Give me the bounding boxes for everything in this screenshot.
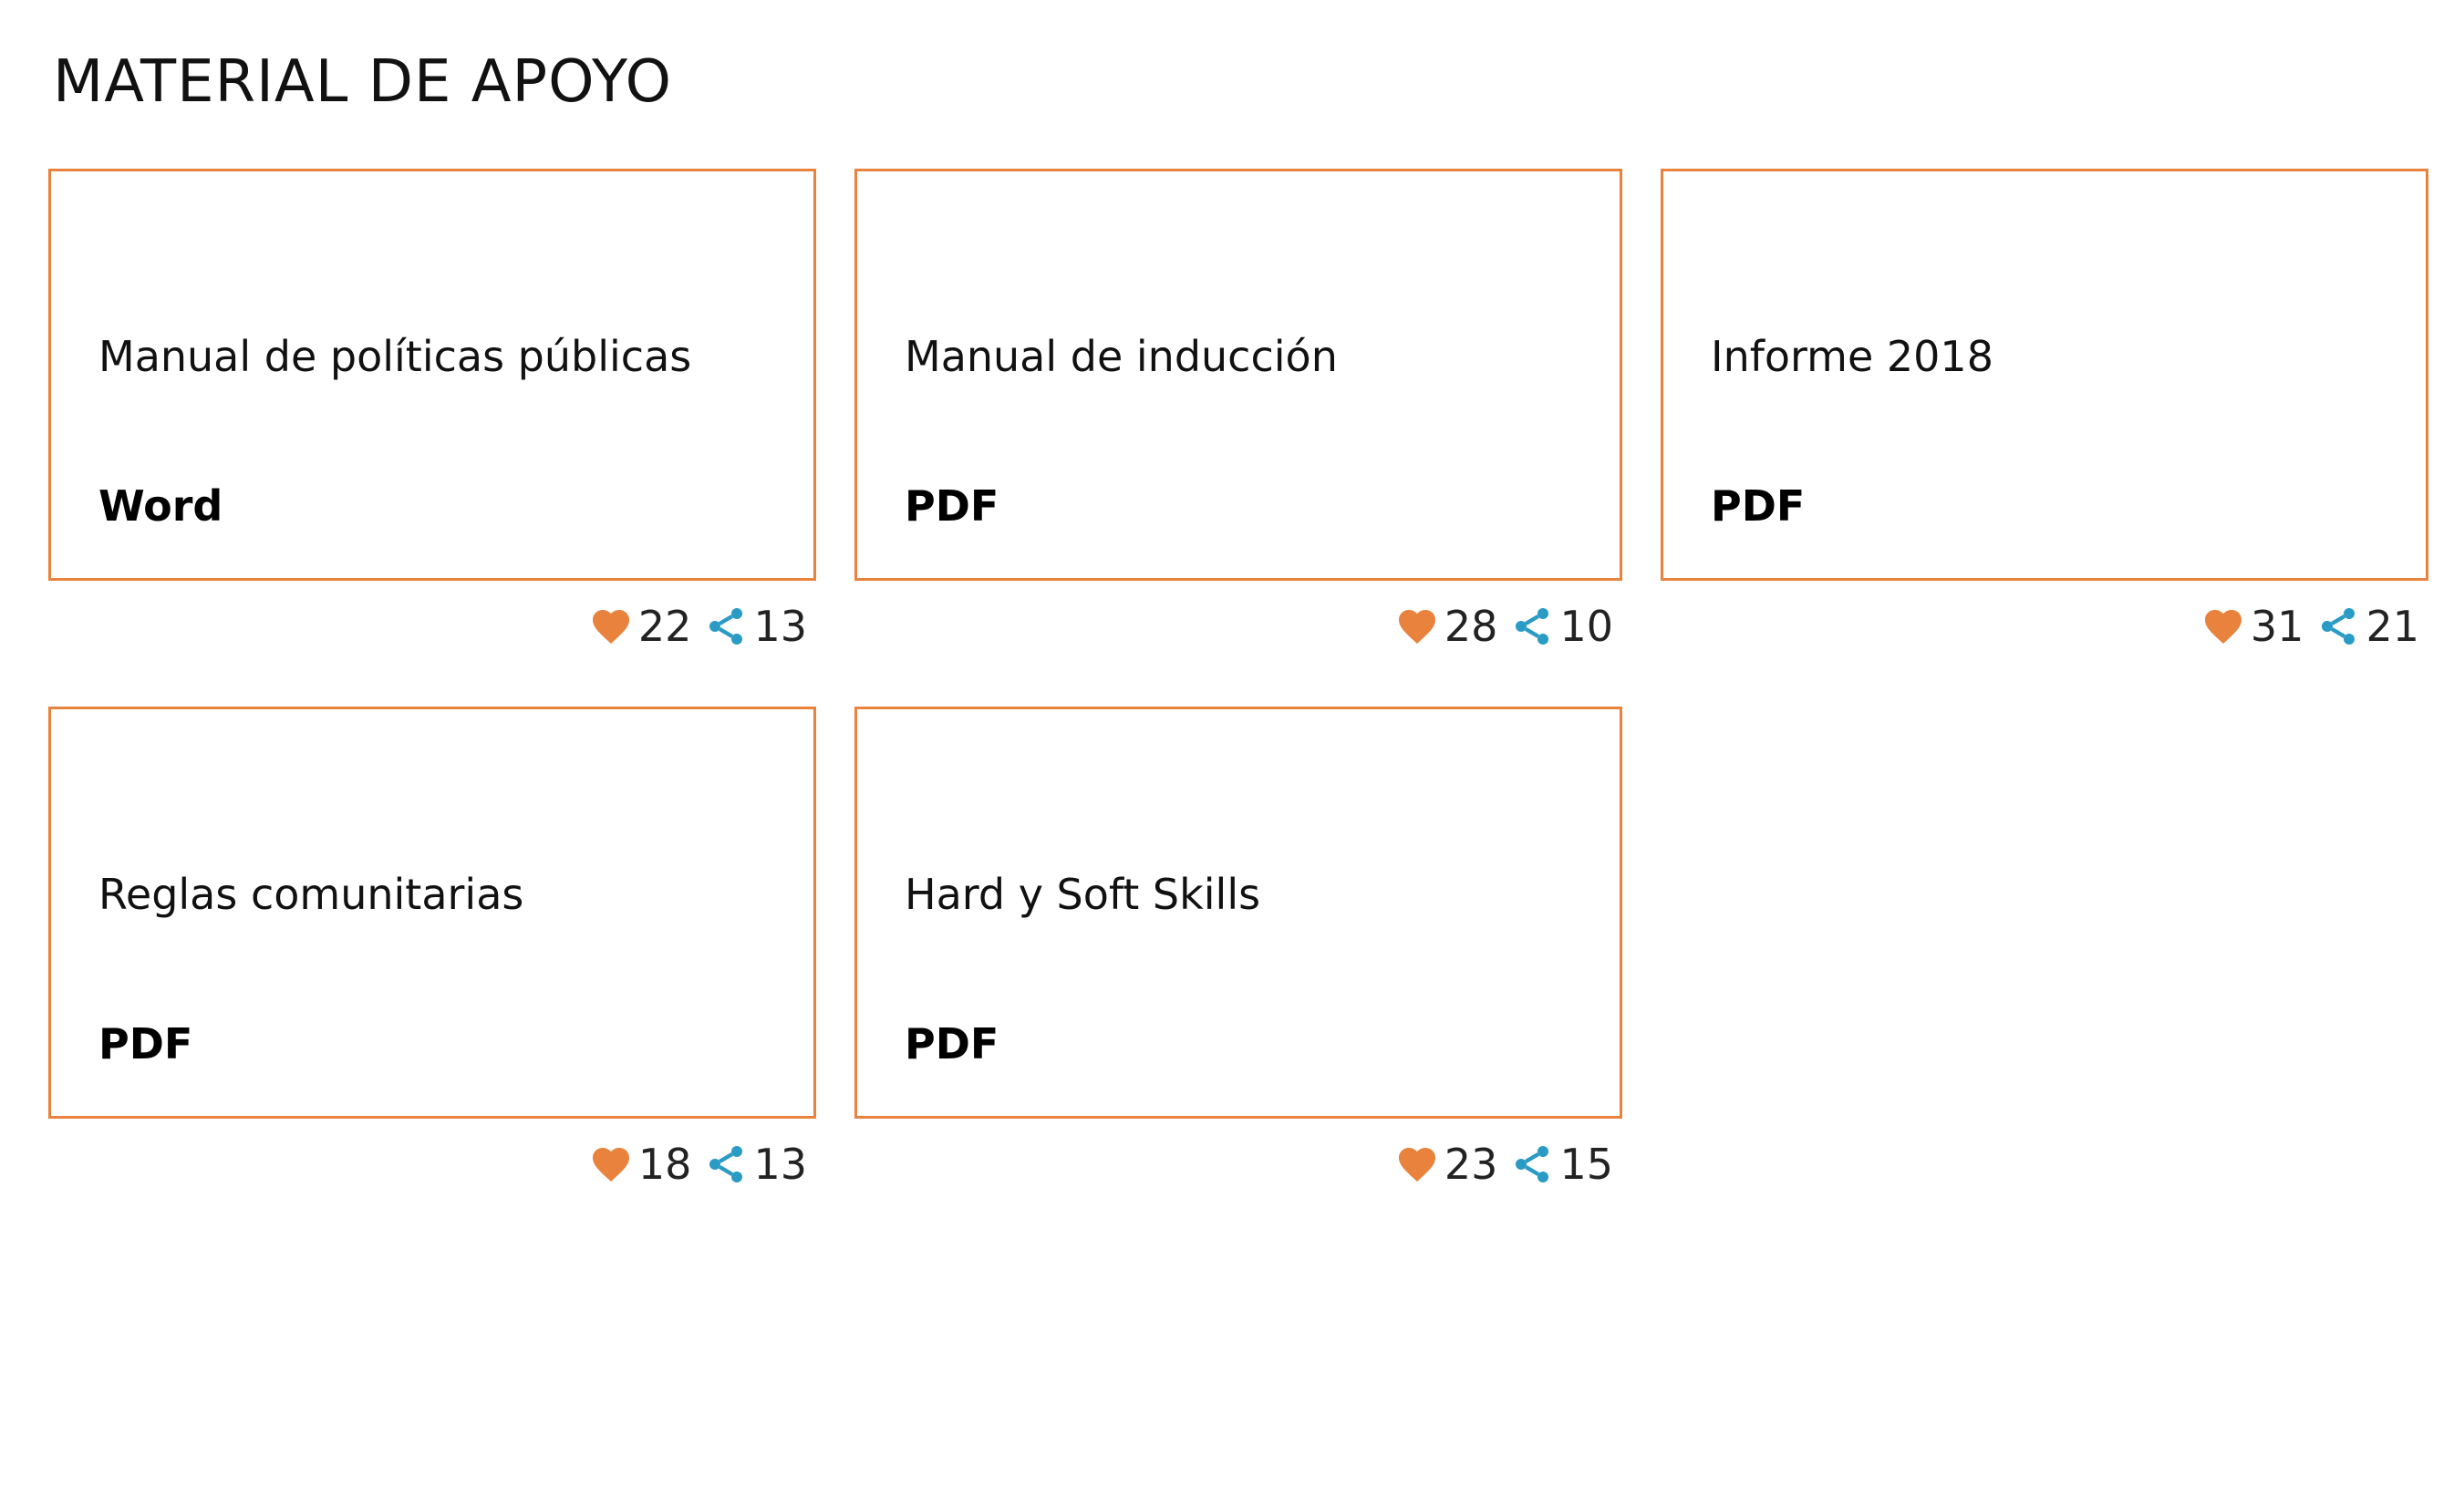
material-stats: 18 13 [589, 1139, 807, 1190]
page-title: MATERIAL DE APOYO [53, 48, 672, 116]
like-count: 22 [637, 602, 692, 651]
like-count: 31 [2250, 602, 2304, 651]
share-count: 13 [753, 602, 807, 651]
material-type: PDF [905, 1019, 999, 1069]
share-icon [2316, 604, 2360, 648]
material-title: Manual de políticas públicas [98, 332, 692, 381]
like-button[interactable]: 23 [1395, 1140, 1498, 1189]
share-button[interactable]: 10 [1510, 604, 1613, 648]
heart-icon [2201, 604, 2245, 648]
like-button[interactable]: 31 [2201, 604, 2304, 648]
material-item: Manual de políticas públicas Word 22 13 [48, 169, 816, 647]
share-button[interactable]: 21 [2316, 604, 2419, 648]
share-icon [1510, 604, 1554, 648]
heart-icon [589, 1142, 633, 1186]
material-card[interactable]: Manual de políticas públicas Word [48, 169, 816, 581]
like-count: 28 [1444, 602, 1498, 651]
share-button[interactable]: 15 [1510, 1142, 1613, 1186]
heart-icon [1395, 1142, 1439, 1186]
heart-icon [589, 604, 633, 648]
material-stats: 23 15 [1395, 1139, 1613, 1190]
like-button[interactable]: 22 [589, 602, 692, 651]
material-title: Reglas comunitarias [98, 870, 524, 919]
share-icon [704, 1142, 748, 1186]
material-item: Reglas comunitarias PDF 18 13 [48, 707, 816, 1185]
share-icon [1510, 1142, 1554, 1186]
like-count: 23 [1444, 1140, 1498, 1189]
material-card[interactable]: Reglas comunitarias PDF [48, 707, 816, 1119]
like-count: 18 [637, 1140, 692, 1189]
material-card[interactable]: Informe 2018 PDF [1661, 169, 2428, 581]
share-count: 21 [2366, 602, 2419, 651]
share-icon [704, 604, 748, 648]
material-type: PDF [1711, 481, 1806, 531]
share-count: 13 [753, 1140, 807, 1189]
material-type: Word [98, 481, 223, 531]
material-item: Hard y Soft Skills PDF 23 15 [854, 707, 1622, 1185]
material-stats: 28 10 [1395, 601, 1613, 652]
material-item: Manual de inducción PDF 28 10 [854, 169, 1622, 647]
like-button[interactable]: 18 [589, 1140, 692, 1189]
heart-icon [1395, 604, 1439, 648]
share-count: 15 [1559, 1140, 1613, 1189]
like-button[interactable]: 28 [1395, 602, 1498, 651]
material-item: Informe 2018 PDF 31 21 [1661, 169, 2428, 647]
material-stats: 31 21 [2201, 601, 2419, 652]
material-type: PDF [98, 1019, 193, 1069]
material-card[interactable]: Manual de inducción PDF [854, 169, 1622, 581]
material-title: Hard y Soft Skills [905, 870, 1261, 919]
material-type: PDF [905, 481, 999, 531]
share-count: 10 [1559, 602, 1613, 651]
material-title: Manual de inducción [905, 332, 1338, 381]
share-button[interactable]: 13 [704, 1142, 807, 1186]
material-title: Informe 2018 [1711, 332, 1993, 381]
material-stats: 22 13 [589, 601, 807, 652]
material-card[interactable]: Hard y Soft Skills PDF [854, 707, 1622, 1119]
share-button[interactable]: 13 [704, 604, 807, 648]
